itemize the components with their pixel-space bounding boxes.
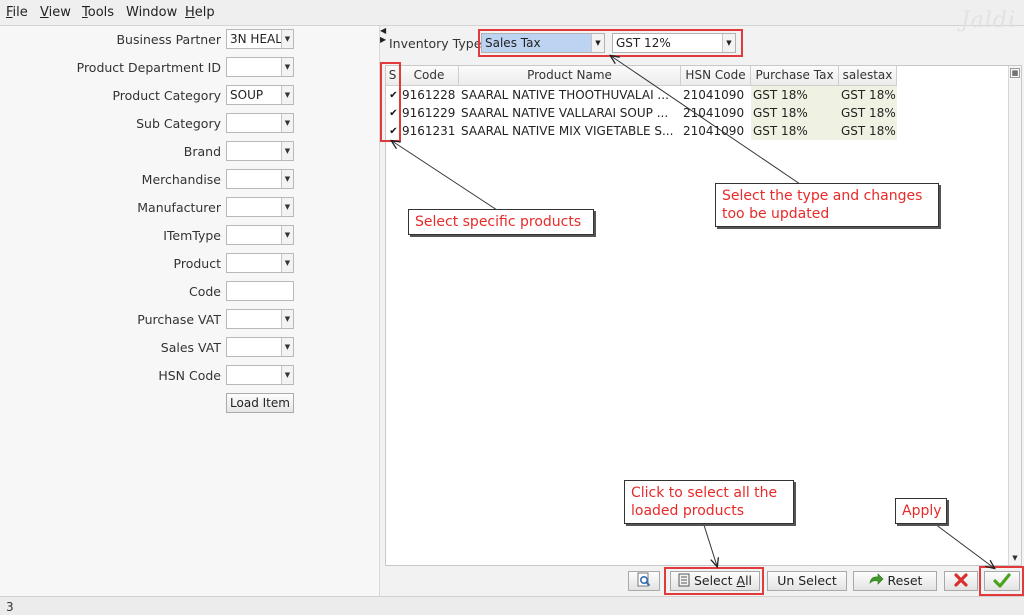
callout-select-type: Select the type and changes too be updat…	[715, 183, 939, 227]
callout-select-all: Click to select all the loaded products	[624, 480, 794, 524]
arrow-to-apply	[934, 523, 994, 568]
arrow-to-inventory-type	[611, 56, 801, 185]
arrow-to-select-all	[702, 521, 717, 566]
arrow-to-select-column	[392, 141, 498, 211]
callout-apply: Apply	[895, 498, 947, 524]
callout-select-products: Select specific products	[408, 209, 594, 235]
annotation-arrows	[0, 0, 1024, 615]
